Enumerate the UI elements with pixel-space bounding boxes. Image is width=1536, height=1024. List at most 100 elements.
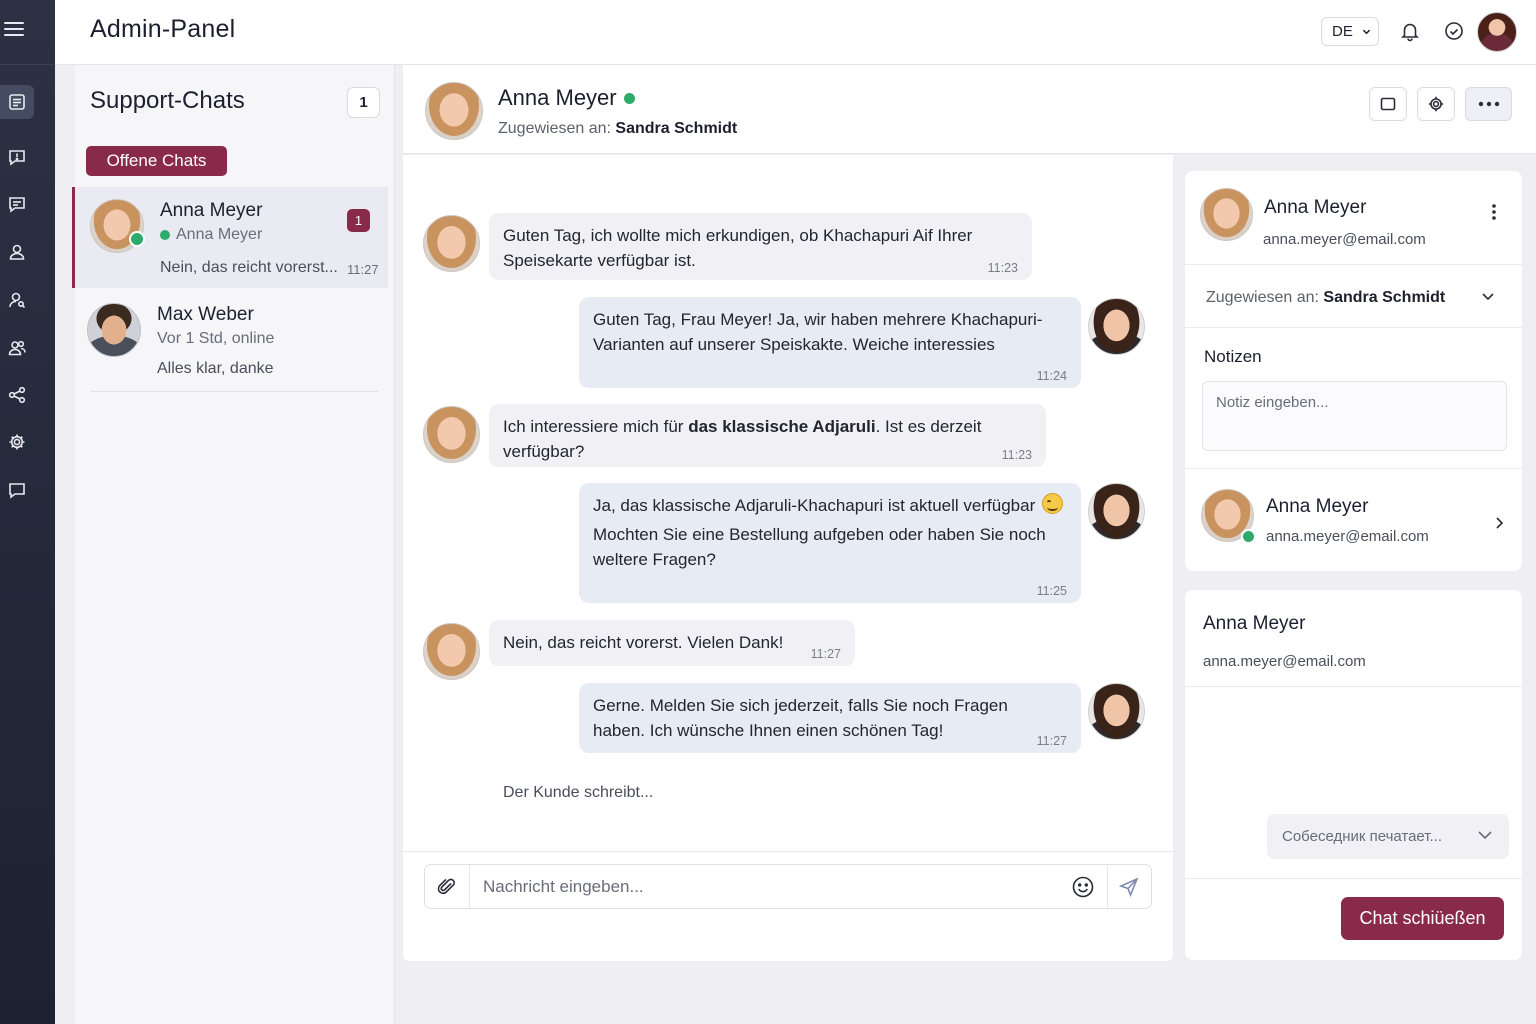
message-time: 11:25 bbox=[1036, 584, 1067, 598]
card-divider bbox=[1185, 686, 1522, 687]
chat-item-sub-text: Vor 1 Std, online bbox=[157, 330, 275, 347]
avatar bbox=[423, 623, 480, 680]
emoji-icon[interactable] bbox=[1071, 875, 1095, 899]
linked-contact-name[interactable]: Anna Meyer bbox=[1266, 496, 1368, 518]
chat-item-name: Max Weber bbox=[157, 304, 254, 325]
list-divider bbox=[90, 391, 378, 392]
user-search-icon[interactable] bbox=[0, 283, 34, 317]
message-input[interactable] bbox=[483, 873, 1043, 900]
attach-button[interactable] bbox=[425, 865, 470, 908]
contact-card: Anna Meyer anna.meyer@email.com Zugewies… bbox=[1185, 171, 1522, 571]
message-time: 11:27 bbox=[810, 647, 841, 661]
assigned-select[interactable]: Zugewiesen an: Sandra Schmidt bbox=[1206, 289, 1445, 307]
avatar bbox=[423, 215, 480, 272]
share-icon[interactable] bbox=[0, 378, 34, 412]
avatar bbox=[1088, 298, 1145, 355]
nav-rail bbox=[0, 0, 55, 1024]
language-value: DE bbox=[1332, 23, 1353, 40]
message-text-bold: das klassische Adjaruli bbox=[688, 417, 876, 436]
online-indicator bbox=[129, 231, 145, 247]
summary-name: Anna Meyer bbox=[1203, 613, 1306, 634]
close-chat-button[interactable]: Chat schiüeßen bbox=[1341, 897, 1504, 940]
chat-count-badge: 1 bbox=[347, 87, 380, 118]
user-icon[interactable] bbox=[0, 235, 34, 269]
smile-check-icon[interactable] bbox=[1443, 20, 1465, 42]
square-icon bbox=[1380, 97, 1396, 111]
message-incoming: Nein, das reicht vorerst. Vielen Dank! 1… bbox=[489, 620, 855, 666]
inbox-icon[interactable] bbox=[0, 85, 34, 119]
send-icon[interactable] bbox=[1118, 876, 1140, 898]
more-vertical-icon[interactable] bbox=[1491, 203, 1497, 221]
online-dot bbox=[160, 230, 170, 240]
users-icon[interactable] bbox=[0, 331, 34, 365]
message-text: Nein, das reicht vorerst. Vielen Dank! bbox=[503, 633, 784, 652]
avatar bbox=[87, 303, 141, 357]
assigned-agent: Sandra Schmidt bbox=[615, 120, 738, 137]
online-indicator bbox=[1241, 529, 1256, 544]
settings-icon[interactable] bbox=[0, 425, 34, 459]
composer-divider bbox=[403, 851, 1173, 852]
notes-title: Notizen bbox=[1204, 347, 1262, 366]
summary-card: Anna Meyer anna.meyer@email.com Собеседн… bbox=[1185, 590, 1522, 960]
conversation-title: Anna Meyer bbox=[498, 85, 635, 111]
typing-status-select[interactable]: Собеседник печатает... bbox=[1267, 814, 1509, 859]
app-title: Admin-Panel bbox=[90, 15, 236, 43]
notes-input[interactable]: Notiz eingeben... bbox=[1202, 381, 1507, 451]
chevron-down-icon bbox=[1478, 831, 1492, 840]
summary-email: anna.meyer@email.com bbox=[1203, 653, 1366, 670]
chat-item-sub: Anna Meyer bbox=[160, 226, 262, 244]
chat-list-item[interactable]: Anna Meyer Anna Meyer Nein, das reicht v… bbox=[72, 187, 388, 288]
assigned-info: Zugewiesen an: Sandra Schmidt bbox=[498, 120, 737, 138]
chat-item-sub: Vor 1 Std, online bbox=[157, 330, 274, 348]
settings-button[interactable] bbox=[1417, 87, 1455, 121]
linked-contact-email: anna.meyer@email.com bbox=[1266, 528, 1429, 545]
message-outgoing: Ja, das klassische Adjaruli-Khachapuri i… bbox=[579, 483, 1081, 603]
chat-item-time: 11:27 bbox=[347, 262, 379, 277]
composer-divider-vertical bbox=[1107, 865, 1108, 908]
message-text: Gerne. Melden Sie sich jederzeit, falls … bbox=[593, 696, 1008, 740]
assigned-agent: Sandra Schmidt bbox=[1323, 289, 1446, 306]
avatar bbox=[1088, 683, 1145, 740]
avatar bbox=[423, 406, 480, 463]
contact-name: Anna Meyer bbox=[1264, 197, 1367, 218]
unread-badge: 1 bbox=[347, 209, 370, 232]
card-divider bbox=[1185, 327, 1522, 328]
message-time: 11:23 bbox=[987, 261, 1018, 275]
more-button[interactable] bbox=[1465, 87, 1512, 121]
bell-icon[interactable] bbox=[1399, 20, 1421, 42]
chat-list-panel: Support-Chats 1 Offene Chats Anna Meyer … bbox=[72, 65, 395, 1024]
chat-icon[interactable] bbox=[0, 187, 34, 221]
typing-indicator: Der Kunde schreibt... bbox=[503, 784, 654, 801]
card-divider bbox=[1185, 264, 1522, 265]
comment-icon[interactable] bbox=[0, 473, 34, 507]
more-horizontal-icon bbox=[1478, 101, 1499, 107]
gear-icon bbox=[1428, 96, 1444, 112]
card-divider bbox=[1185, 468, 1522, 469]
hamburger-icon[interactable] bbox=[4, 22, 24, 38]
top-bar: Admin-Panel DE bbox=[55, 0, 1536, 65]
contact-email: anna.meyer@email.com bbox=[1263, 231, 1426, 248]
message-outgoing: Guten Tag, Frau Meyer! Ja, wir haben meh… bbox=[579, 297, 1081, 388]
window-button[interactable] bbox=[1369, 87, 1407, 121]
message-incoming: Ich interessiere mich für das klassische… bbox=[489, 404, 1046, 467]
chat-item-name: Anna Meyer bbox=[160, 200, 263, 221]
chevron-down-icon[interactable] bbox=[1481, 291, 1495, 301]
avatar bbox=[425, 82, 483, 140]
user-avatar[interactable] bbox=[1477, 12, 1517, 52]
language-select[interactable]: DE bbox=[1321, 17, 1379, 46]
chevron-right-icon[interactable] bbox=[1495, 516, 1504, 530]
rail-divider bbox=[0, 64, 55, 65]
avatar bbox=[1200, 188, 1253, 241]
message-alert-icon[interactable] bbox=[0, 140, 34, 174]
message-incoming: Guten Tag, ich wollte mich erkundigen, o… bbox=[489, 213, 1032, 280]
online-indicator bbox=[623, 92, 635, 104]
paperclip-icon bbox=[437, 878, 455, 894]
chat-list-item[interactable]: Max Weber Vor 1 Std, online Alles klar, … bbox=[72, 291, 388, 391]
assigned-label: Zugewiesen an: bbox=[1206, 289, 1319, 306]
card-divider bbox=[1185, 878, 1522, 879]
typing-status-value: Собеседник печатает... bbox=[1282, 828, 1442, 845]
message-text-second: Mochten Sie eine Bestellung aufgeben ode… bbox=[593, 525, 1046, 569]
filter-open-chats[interactable]: Offene Chats bbox=[86, 146, 227, 176]
chat-list-title: Support-Chats bbox=[90, 87, 245, 114]
message-text: Guten Tag, ich wollte mich erkundigen, o… bbox=[503, 226, 973, 270]
